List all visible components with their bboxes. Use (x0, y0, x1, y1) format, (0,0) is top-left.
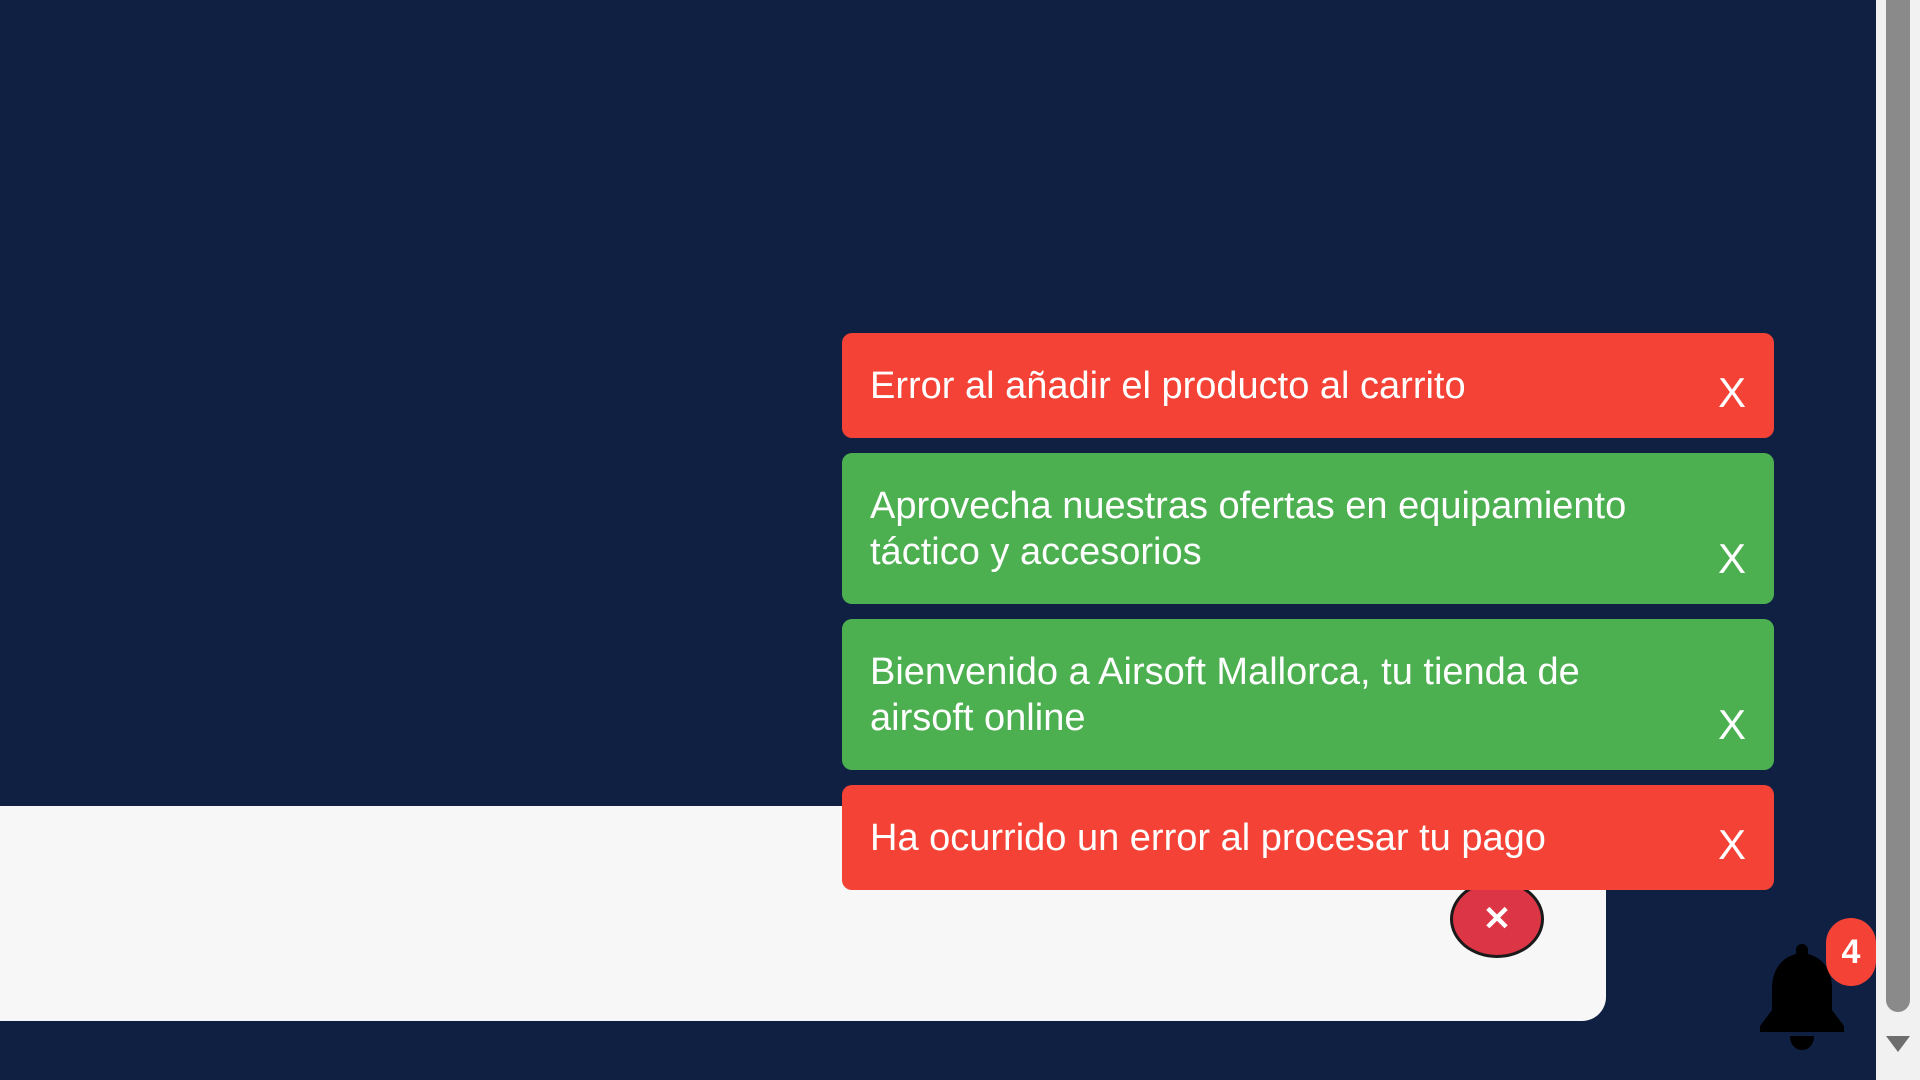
page-background: ✕ Error al añadir el producto al carrito… (0, 0, 1920, 1080)
toast-error-payment: Ha ocurrido un error al procesar tu pago… (842, 785, 1774, 890)
toast-close-button[interactable]: X (1718, 536, 1746, 582)
close-icon: ✕ (1482, 900, 1512, 938)
toast-message: Ha ocurrido un error al procesar tu pago (870, 816, 1546, 859)
toast-close-button[interactable]: X (1718, 702, 1746, 748)
toast-success-welcome: Bienvenido a Airsoft Mallorca, tu tienda… (842, 619, 1774, 770)
toast-message: Error al añadir el producto al carrito (870, 364, 1466, 407)
scrollbar-thumb[interactable] (1886, 0, 1910, 1012)
vertical-scrollbar[interactable] (1876, 0, 1920, 1080)
toast-success-offers: Aprovecha nuestras ofertas en equipamien… (842, 453, 1774, 604)
scroll-down-arrow-icon[interactable] (1886, 1036, 1910, 1052)
notification-count-badge: 4 (1826, 918, 1876, 986)
notification-stack: Error al añadir el producto al carrito X… (842, 333, 1774, 905)
toast-message: Aprovecha nuestras ofertas en equipamien… (870, 484, 1627, 573)
toast-close-button[interactable]: X (1718, 822, 1746, 868)
toast-close-button[interactable]: X (1718, 370, 1746, 416)
toast-message: Bienvenido a Airsoft Mallorca, tu tienda… (870, 650, 1580, 739)
toast-error-cart: Error al añadir el producto al carrito X (842, 333, 1774, 438)
